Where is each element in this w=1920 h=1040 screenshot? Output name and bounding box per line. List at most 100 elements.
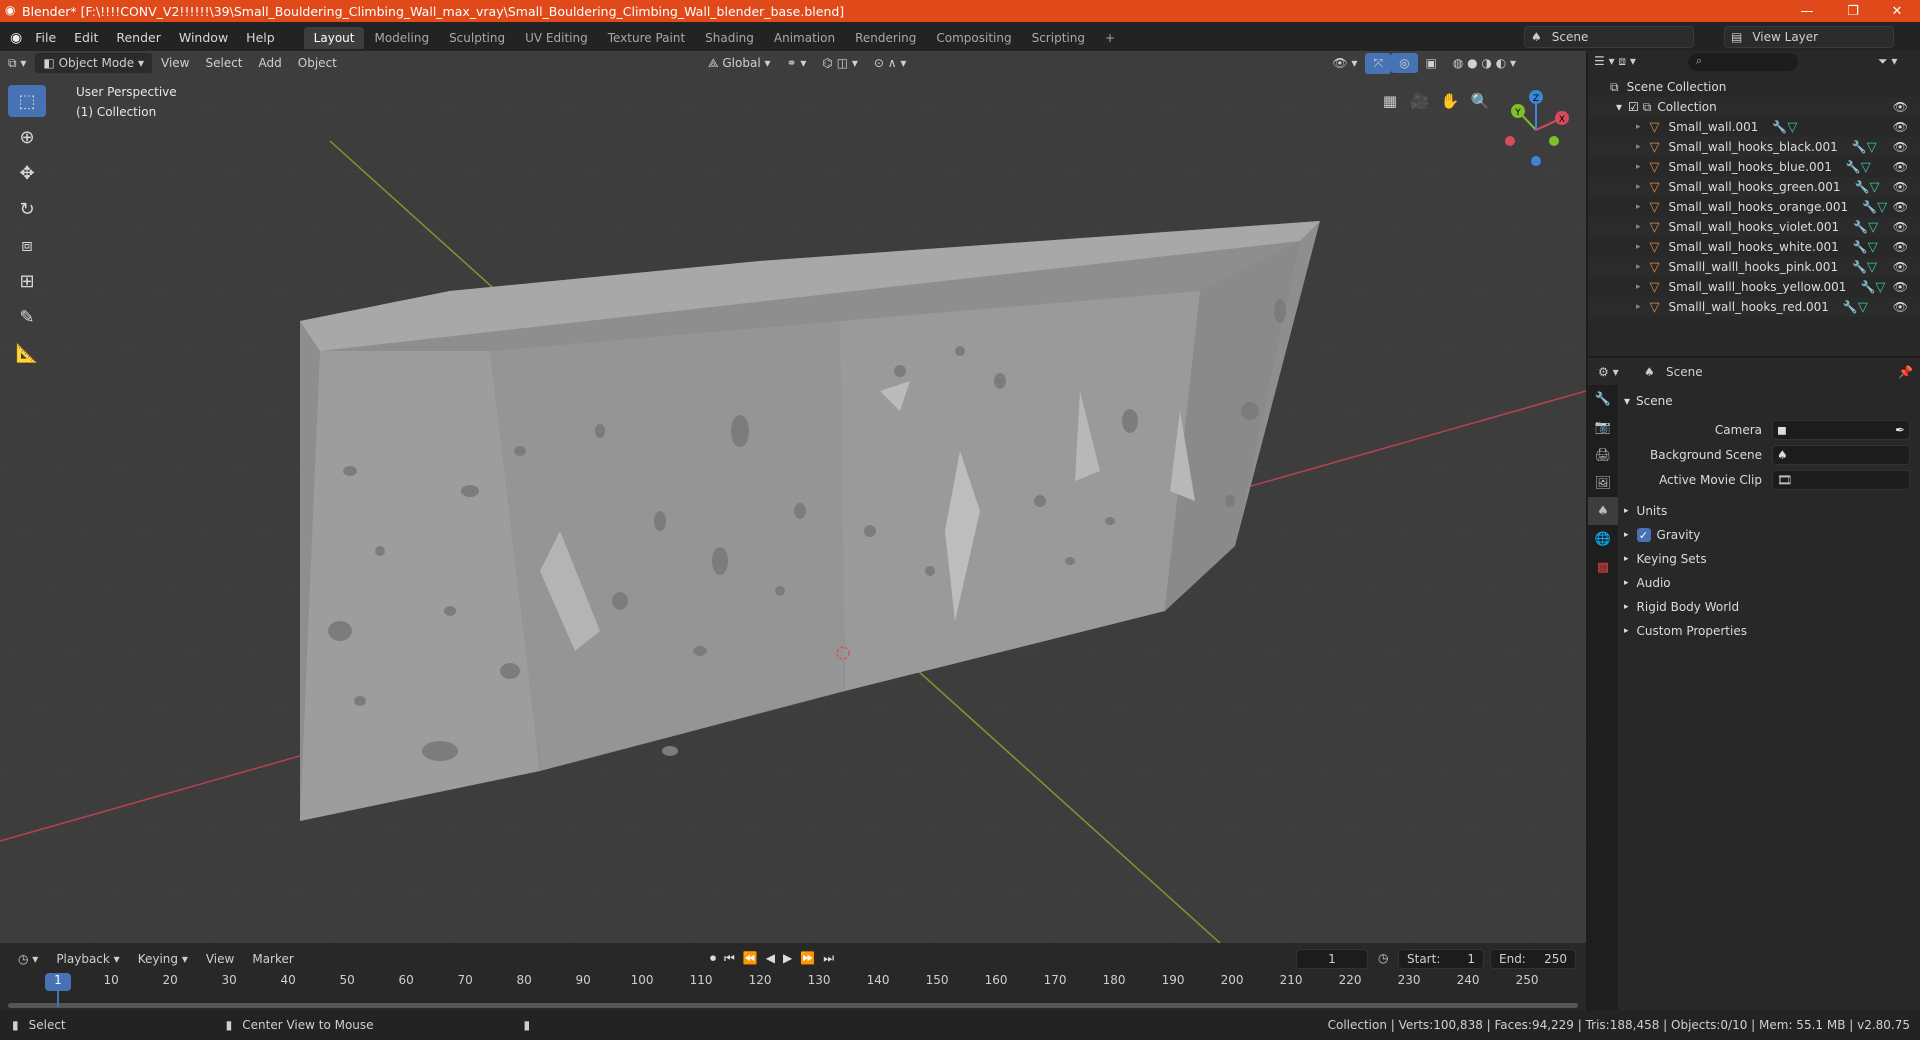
object-mode-dropdown[interactable]: ◧ Object Mode ▾: [34, 52, 153, 74]
rotate-tool[interactable]: ↻: [8, 193, 46, 225]
gravity-checkbox[interactable]: ✓: [1636, 528, 1651, 542]
menu-select[interactable]: Select: [197, 53, 250, 73]
close-button[interactable]: ✕: [1874, 0, 1920, 22]
eye-icon[interactable]: 👁: [1893, 180, 1908, 194]
tab-rendering[interactable]: Rendering: [845, 27, 926, 49]
start-frame-field[interactable]: Start: 1: [1398, 949, 1484, 969]
menu-add[interactable]: Add: [251, 53, 290, 73]
expand-arrow-icon[interactable]: ▸: [1636, 242, 1641, 252]
menu-playback[interactable]: Playback ▾: [48, 949, 127, 969]
expand-arrow-icon[interactable]: ▸: [1636, 222, 1641, 232]
menu-object[interactable]: Object: [290, 53, 345, 73]
menu-help[interactable]: Help: [237, 30, 284, 45]
eyedropper-icon[interactable]: ✒: [1895, 423, 1905, 437]
eye-icon[interactable]: 👁: [1893, 220, 1908, 234]
expand-arrow-icon[interactable]: ▸: [1636, 142, 1641, 152]
eye-icon[interactable]: 👁: [1893, 140, 1908, 154]
minimize-button[interactable]: —: [1784, 0, 1830, 22]
play-icon[interactable]: ▶: [783, 951, 792, 966]
outliner-object-row[interactable]: ▸ ▽ Small_wall_hooks_white.001 🔧 ▽ 👁: [1588, 237, 1920, 257]
blender-menu-icon[interactable]: ◉: [10, 30, 22, 46]
outliner-scene-collection[interactable]: ⧉ Scene Collection: [1588, 77, 1920, 97]
outliner-object-row[interactable]: ▸ ▽ Small_walll_hooks_yellow.001 🔧 ▽ 👁: [1588, 277, 1920, 297]
active-movie-clip-field[interactable]: 🎞: [1772, 470, 1910, 490]
panel-keying-sets[interactable]: ▸ Keying Sets: [1620, 548, 1920, 570]
expand-arrow-icon[interactable]: ▸: [1636, 182, 1641, 192]
shading-modes-icon[interactable]: ◍ ● ◑ ◐ ▾: [1445, 53, 1524, 73]
tab-uv-editing[interactable]: UV Editing: [515, 27, 598, 49]
overlay-toggle-icon[interactable]: ◎: [1391, 53, 1418, 73]
next-keyframe-icon[interactable]: ⏩: [800, 951, 815, 966]
timeline-editor-icon[interactable]: ◷ ▾: [10, 949, 46, 969]
outliner-object-row[interactable]: ▸ ▽ Small_wall_hooks_black.001 🔧 ▽ 👁: [1588, 137, 1920, 157]
tab-modeling[interactable]: Modeling: [364, 27, 439, 49]
eye-icon[interactable]: 👁: [1893, 160, 1908, 174]
record-icon[interactable]: ⏺: [710, 951, 716, 966]
select-box-tool[interactable]: ⬚: [8, 85, 46, 117]
menu-file[interactable]: File: [26, 30, 65, 45]
outliner-object-row[interactable]: ▸ ▽ Smalll_wall_hooks_red.001 🔧 ▽ 👁: [1588, 297, 1920, 317]
expand-arrow-icon[interactable]: ▸: [1636, 162, 1641, 172]
eye-icon[interactable]: 👁: [1893, 280, 1908, 294]
play-reverse-icon[interactable]: ◀: [766, 951, 775, 966]
proportional-edit-icon[interactable]: ⊙ ∧ ▾: [866, 53, 915, 73]
tab-layout[interactable]: Layout: [303, 26, 365, 49]
tab-texture-paint[interactable]: Texture Paint: [598, 27, 695, 49]
eye-icon[interactable]: 👁: [1893, 120, 1908, 134]
expand-arrow-icon[interactable]: ▸: [1636, 262, 1641, 272]
grid-view-icon[interactable]: ▦: [1376, 87, 1404, 115]
panel-rigid-body-world[interactable]: ▸ Rigid Body World: [1620, 596, 1920, 618]
gizmo-toggle-icon[interactable]: ⤧: [1365, 52, 1392, 74]
outliner-object-row[interactable]: ▸ ▽ Small_wall_hooks_blue.001 🔧 ▽ 👁: [1588, 157, 1920, 177]
menu-render[interactable]: Render: [107, 30, 170, 45]
outliner-search-input[interactable]: ⌕: [1688, 53, 1798, 71]
outliner-editor-icon[interactable]: ☰ ▾ ⧈ ▾: [1594, 54, 1636, 69]
tool-tab-icon[interactable]: 🔧: [1588, 385, 1618, 413]
panel-units[interactable]: ▸ Units: [1620, 500, 1920, 522]
zoom-icon[interactable]: 🔍: [1466, 87, 1494, 115]
end-frame-field[interactable]: End: 250: [1490, 949, 1576, 969]
maximize-button[interactable]: ❐: [1830, 0, 1876, 22]
orientation-dropdown[interactable]: ⟁ Global ▾: [700, 53, 779, 74]
tab-compositing[interactable]: Compositing: [926, 27, 1021, 49]
scene-tab-icon[interactable]: ♠: [1588, 497, 1618, 525]
pin-icon[interactable]: 📌: [1898, 365, 1913, 379]
tab-sculpting[interactable]: Sculpting: [439, 27, 515, 49]
menu-marker[interactable]: Marker: [244, 949, 301, 969]
jump-start-icon[interactable]: ⏮: [724, 951, 735, 966]
collapse-arrow-icon[interactable]: ▾: [1616, 100, 1622, 114]
move-tool[interactable]: ✥: [8, 157, 46, 189]
camera-field[interactable]: ◼ ✒: [1772, 420, 1910, 440]
menu-window[interactable]: Window: [170, 30, 237, 45]
eye-icon[interactable]: 👁: [1893, 100, 1908, 114]
annotate-tool[interactable]: ✎: [8, 301, 46, 333]
eye-icon[interactable]: 👁: [1893, 300, 1908, 314]
output-tab-icon[interactable]: 🖨: [1588, 441, 1618, 469]
outliner-object-row[interactable]: ▸ ▽ Small_wall_hooks_violet.001 🔧 ▽ 👁: [1588, 217, 1920, 237]
expand-arrow-icon[interactable]: ▸: [1636, 302, 1641, 312]
editor-type-icon[interactable]: ⧉ ▾: [0, 53, 34, 74]
texture-tab-icon[interactable]: ▩: [1588, 553, 1618, 581]
world-tab-icon[interactable]: 🌐: [1588, 525, 1618, 553]
view-layer-tab-icon[interactable]: 🖼: [1588, 469, 1618, 497]
panel-gravity[interactable]: ▸ ✓ Gravity: [1620, 524, 1920, 546]
measure-tool[interactable]: 📐: [8, 337, 46, 369]
menu-view[interactable]: View: [153, 53, 197, 73]
add-workspace-button[interactable]: +: [1095, 27, 1125, 49]
navigation-gizmo[interactable]: X Y Z: [1496, 85, 1580, 169]
3d-viewport[interactable]: ⬚ ⊕ ✥ ↻ ⧈ ⊞ ✎ 📐 User Perspective (1) Col…: [0, 51, 1586, 943]
scale-tool[interactable]: ⧈: [8, 229, 46, 261]
xray-icon[interactable]: ▣: [1418, 53, 1445, 73]
menu-keying[interactable]: Keying ▾: [130, 949, 196, 969]
outliner-object-row[interactable]: ▸ ▽ Small_wall_hooks_green.001 🔧 ▽ 👁: [1588, 177, 1920, 197]
expand-arrow-icon[interactable]: ▸: [1636, 202, 1641, 212]
panel-audio[interactable]: ▸ Audio: [1620, 572, 1920, 594]
visibility-icon[interactable]: 👁 ▾: [1324, 53, 1365, 73]
properties-editor-icon[interactable]: ⚙ ▾: [1598, 365, 1619, 379]
eye-icon[interactable]: 👁: [1893, 240, 1908, 254]
current-frame-field[interactable]: 1: [1296, 949, 1368, 969]
tab-shading[interactable]: Shading: [695, 27, 764, 49]
tab-animation[interactable]: Animation: [764, 27, 845, 49]
background-scene-field[interactable]: ♠: [1772, 445, 1910, 465]
menu-edit[interactable]: Edit: [65, 30, 107, 45]
